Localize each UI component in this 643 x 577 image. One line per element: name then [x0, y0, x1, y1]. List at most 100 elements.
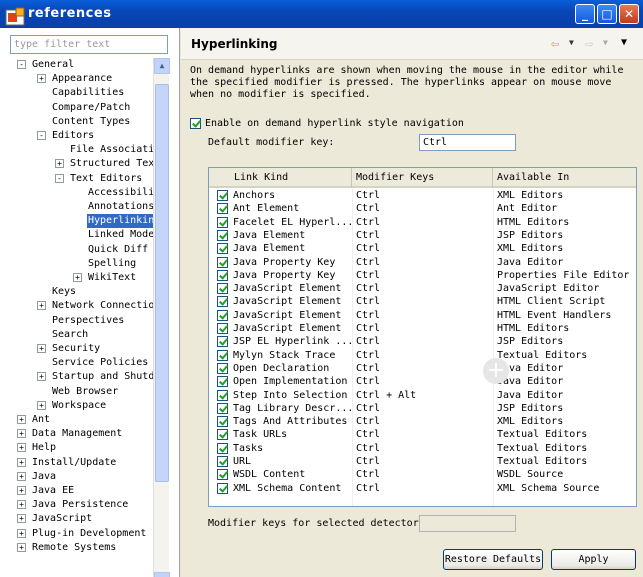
row-enabled-checkbox[interactable]	[217, 336, 228, 348]
row-enabled-checkbox[interactable]	[217, 243, 228, 255]
row-enabled-checkbox[interactable]	[217, 283, 228, 295]
expand-icon[interactable]: +	[37, 400, 46, 410]
scroll-down-button[interactable]: ▼	[154, 572, 170, 577]
collapse-icon[interactable]: -	[17, 60, 26, 69]
scroll-up-button[interactable]: ▲	[154, 58, 170, 74]
cell-available-in: HTML Client Script	[497, 296, 606, 308]
table-row[interactable]: Ant Element Ctrl Ant Editor	[209, 202, 636, 215]
cell-link-kind: Step Into Selection	[233, 389, 348, 401]
table-row[interactable]: Tag Library Descr... Ctrl JSP Editors	[209, 402, 636, 415]
tree-item-label: Install/Update	[32, 456, 117, 468]
expand-icon[interactable]: +	[37, 344, 46, 353]
cell-link-kind: JavaScript Element	[233, 323, 342, 334]
table-row[interactable]: Tags And Attributes Ctrl XML Editors	[209, 415, 636, 428]
row-enabled-checkbox[interactable]	[217, 229, 228, 241]
row-enabled-checkbox[interactable]	[217, 429, 228, 441]
back-arrow-icon[interactable]: ⇦	[551, 36, 559, 52]
row-enabled-checkbox[interactable]	[217, 190, 228, 201]
table-row[interactable]: JavaScript Element Ctrl HTML Editors	[209, 322, 636, 335]
column-link-kind[interactable]: Link Kind	[209, 168, 352, 188]
table-row[interactable]: Mylyn Stack Trace Ctrl Textual Editors	[209, 349, 636, 362]
expand-icon[interactable]: +	[37, 372, 46, 382]
minimize-button[interactable]: _	[575, 4, 595, 24]
cell-available-in: JSP Editors	[497, 336, 564, 348]
cell-link-kind: Task URLs	[233, 429, 288, 441]
expand-icon[interactable]: +	[55, 159, 64, 169]
forward-arrow-icon[interactable]: ⇨	[585, 36, 593, 52]
tree-item-label: Compare/Patch	[52, 101, 131, 113]
row-enabled-checkbox[interactable]	[217, 296, 228, 308]
table-row[interactable]: Task URLs Ctrl Textual Editors	[209, 428, 636, 441]
expand-icon[interactable]: +	[17, 542, 26, 552]
row-enabled-checkbox[interactable]	[217, 203, 228, 215]
column-available-in[interactable]: Available In	[493, 168, 636, 188]
tree-item-label: Java Persistence	[32, 499, 129, 511]
row-enabled-checkbox[interactable]	[217, 376, 228, 388]
expand-icon[interactable]: +	[17, 486, 26, 495]
default-modifier-field[interactable]	[419, 134, 516, 151]
cell-modifier-keys: Ctrl	[356, 376, 381, 388]
expand-icon[interactable]: +	[17, 528, 26, 538]
enable-hyperlink-checkbox[interactable]	[190, 117, 201, 129]
row-enabled-checkbox[interactable]	[217, 349, 228, 361]
table-row[interactable]: URL Ctrl Textual Editors	[209, 455, 636, 468]
table-row[interactable]: JavaScript Element Ctrl HTML Client Script	[209, 295, 636, 308]
table-row[interactable]: Anchors Ctrl XML Editors	[209, 189, 636, 202]
enable-hyperlink-checkbox-row[interactable]: Enable on demand hyperlink style navigat…	[190, 116, 464, 130]
row-enabled-checkbox[interactable]	[217, 323, 228, 334]
table-row[interactable]: JavaScript Element Ctrl HTML Event Handler…	[209, 309, 636, 322]
preference-page: Hyperlinking ⇦ ▼ ⇨ ▼ ▼ On demand hyperli…	[181, 28, 643, 577]
row-enabled-checkbox[interactable]	[217, 309, 228, 321]
expand-icon[interactable]: +	[17, 514, 26, 524]
row-enabled-checkbox[interactable]	[217, 389, 228, 401]
table-row[interactable]: Java Element Ctrl XML Editors	[209, 242, 636, 255]
table-row[interactable]: Tasks Ctrl Textual Editors	[209, 442, 636, 455]
expand-icon[interactable]: +	[73, 273, 82, 282]
maximize-button[interactable]: □	[597, 4, 617, 24]
row-enabled-checkbox[interactable]	[217, 442, 228, 454]
table-row[interactable]: Java Property Key Ctrl Java Editor	[209, 256, 636, 269]
table-row[interactable]: Open Declaration Ctrl Java Editor	[209, 362, 636, 375]
row-enabled-checkbox[interactable]	[217, 256, 228, 268]
view-menu-icon[interactable]: ▼	[621, 37, 627, 48]
table-row[interactable]: Java Property Key Ctrl Properties File Edi…	[209, 269, 636, 282]
selected-modifier-field[interactable]	[419, 515, 516, 532]
row-enabled-checkbox[interactable]	[217, 456, 228, 467]
close-button[interactable]: ✕	[619, 4, 639, 24]
row-enabled-checkbox[interactable]	[217, 416, 228, 428]
expand-icon[interactable]: +	[17, 471, 26, 481]
table-row[interactable]: WSDL Content Ctrl WSDL Source	[209, 468, 636, 481]
row-enabled-checkbox[interactable]	[217, 362, 228, 374]
collapse-icon[interactable]: -	[37, 131, 46, 140]
forward-history-dropdown-icon[interactable]: ▼	[603, 38, 608, 47]
tree-item-label: Java	[32, 470, 57, 482]
row-enabled-checkbox[interactable]	[217, 469, 228, 481]
row-enabled-checkbox[interactable]	[217, 402, 228, 414]
table-row[interactable]: XML Schema Content Ctrl XML Schema Source	[209, 482, 636, 495]
table-row[interactable]: Open Implementation Ctrl Java Editor	[209, 375, 636, 388]
table-row[interactable]: Step Into Selection Ctrl + Alt Java Editor	[209, 389, 636, 402]
table-row[interactable]: JSP EL Hyperlink ... Ctrl JSP Editors	[209, 335, 636, 348]
expand-icon[interactable]: +	[17, 500, 26, 510]
expand-icon[interactable]: +	[37, 74, 46, 84]
expand-icon[interactable]: +	[17, 443, 26, 453]
apply-button[interactable]: Apply	[551, 549, 636, 570]
filter-input[interactable]	[10, 35, 168, 54]
expand-icon[interactable]: +	[17, 429, 26, 439]
expand-icon[interactable]: +	[37, 301, 46, 311]
cell-modifier-keys: Ctrl	[356, 190, 381, 201]
row-enabled-checkbox[interactable]	[217, 216, 228, 228]
restore-defaults-button[interactable]: Restore Defaults	[443, 549, 543, 570]
row-enabled-checkbox[interactable]	[217, 269, 228, 281]
expand-icon[interactable]: +	[17, 415, 26, 424]
row-enabled-checkbox[interactable]	[217, 482, 228, 494]
scroll-thumb[interactable]	[155, 84, 169, 482]
table-row[interactable]: JavaScript Element Ctrl JavaScript Editor	[209, 282, 636, 295]
back-history-dropdown-icon[interactable]: ▼	[569, 38, 574, 47]
table-row[interactable]: Facelet EL Hyperl... Ctrl HTML Editors	[209, 216, 636, 229]
table-row[interactable]: Java Element Ctrl JSP Editors	[209, 229, 636, 242]
column-modifier-keys[interactable]: Modifier Keys	[352, 168, 493, 188]
expand-icon[interactable]: +	[17, 457, 26, 467]
collapse-icon[interactable]: -	[55, 173, 64, 183]
tree-vertical-scrollbar[interactable]: ▲ ▼	[153, 58, 170, 577]
